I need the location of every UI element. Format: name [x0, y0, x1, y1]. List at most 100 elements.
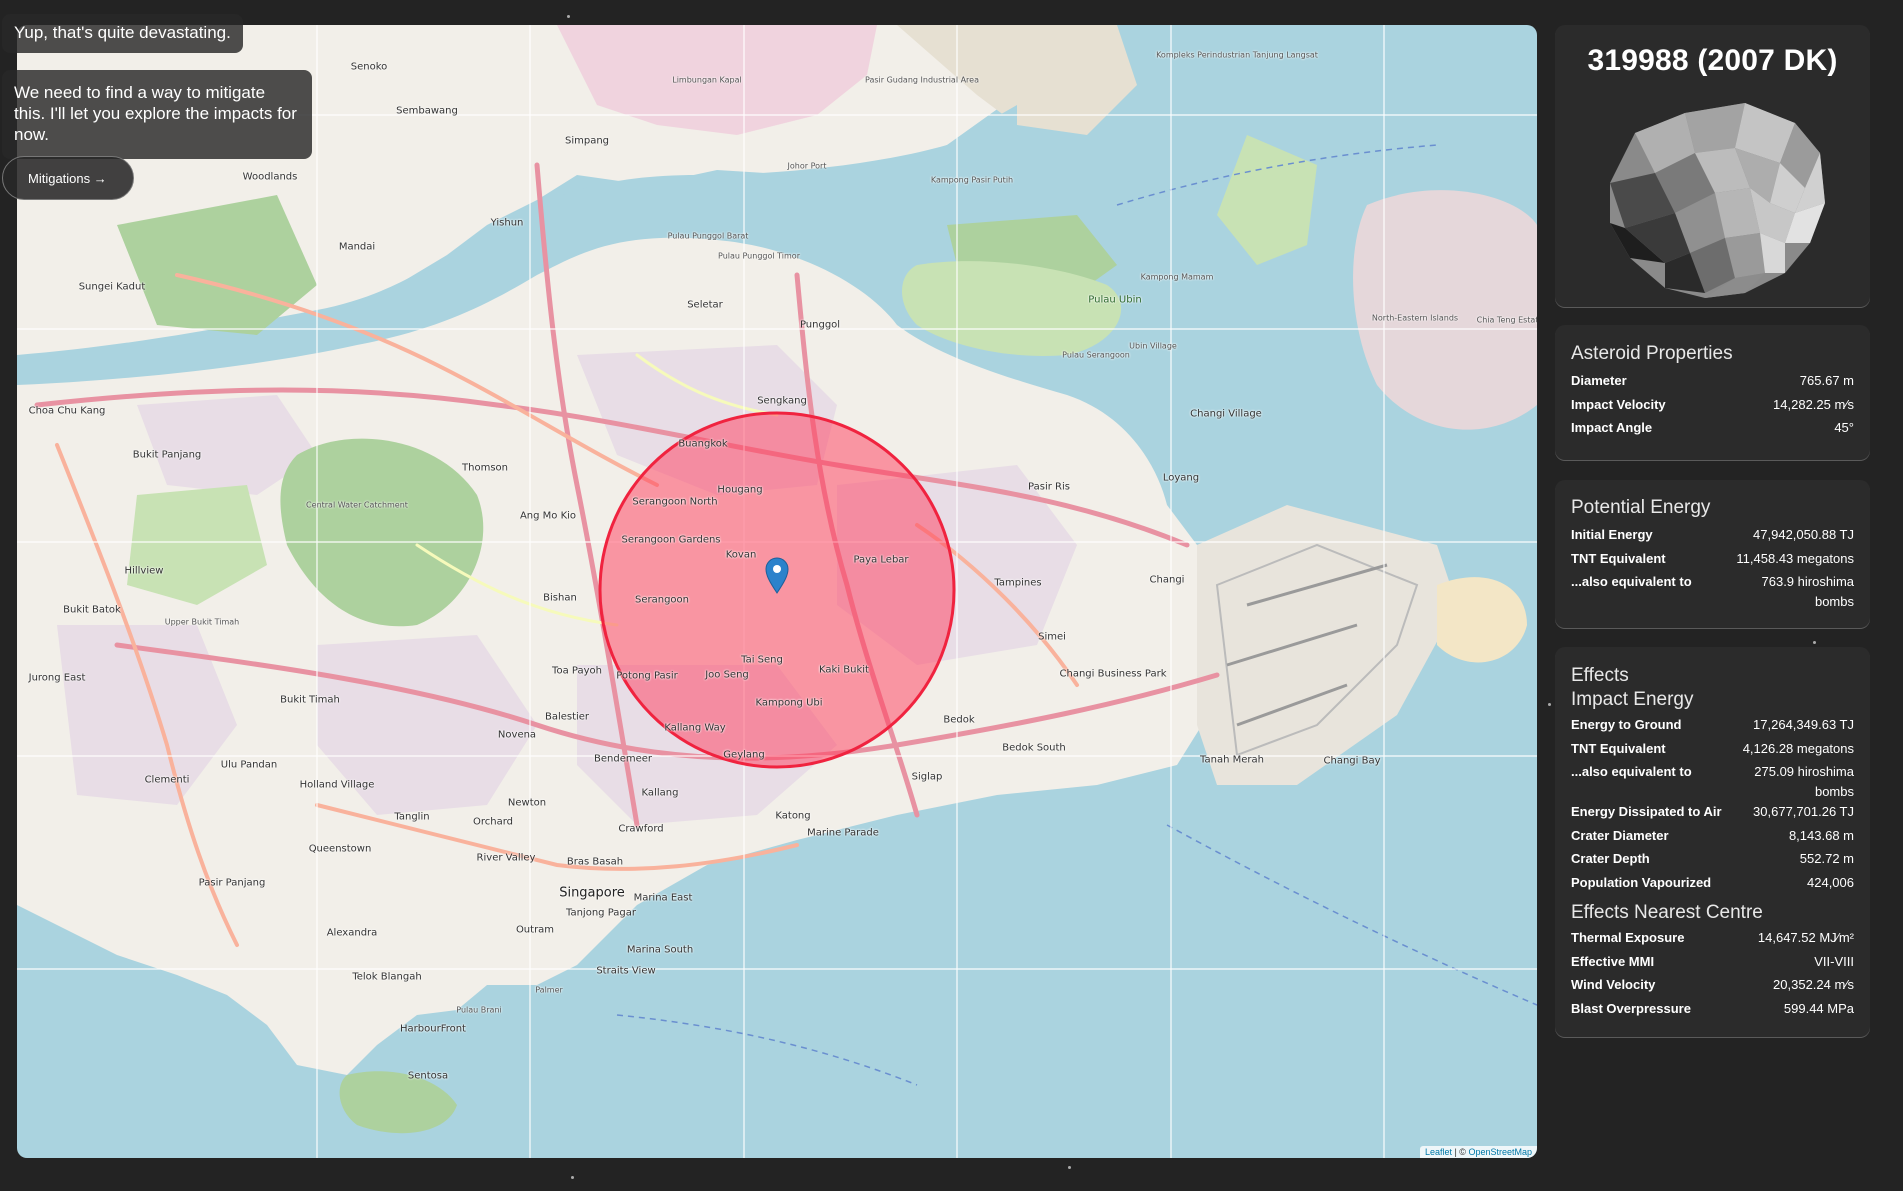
- stat-label: Crater Depth: [1571, 851, 1650, 866]
- stat-label: Blast Overpressure: [1571, 1000, 1691, 1016]
- map-place-label: Orchard: [472, 816, 514, 828]
- map-place-label: Joo Seng: [705, 669, 749, 681]
- stat-label: Effective MMI: [1571, 953, 1655, 969]
- asteroid-3d-model[interactable]: [1595, 93, 1830, 303]
- map-place-label: Hougang: [717, 484, 763, 496]
- stat-row: Thermal Exposure 14,647.52 MJ⁄m²: [1571, 928, 1854, 952]
- map-place-label: Kallang Way: [664, 722, 726, 734]
- map-place-label: Changi Bay: [1323, 755, 1381, 767]
- map-place-label: Novena: [497, 729, 537, 741]
- map-place-label: Central Water Catchment: [306, 500, 408, 510]
- stat-value: 765.67 m: [1799, 373, 1854, 388]
- map-place-label: Sungei Kadut: [78, 281, 146, 293]
- stat-value: 11,458.43 megatons: [1736, 550, 1854, 566]
- stat-row: Energy Dissipated to Air 30,677,701.26 TJ: [1571, 802, 1854, 826]
- effects-card: Effects Impact Energy Energy to Ground 17…: [1555, 647, 1870, 1037]
- stat-value: 47,942,050.88 TJ: [1753, 527, 1854, 542]
- map-place-label: Toa Payoh: [552, 665, 602, 677]
- stat-label: Impact Angle: [1571, 420, 1653, 435]
- stat-label: ...also equivalent to: [1571, 764, 1692, 779]
- map-place-label: Clementi: [144, 774, 190, 786]
- map-place-label: Siglap: [911, 771, 943, 783]
- map-place-label: Limbungan Kapal: [672, 75, 742, 85]
- leaflet-link[interactable]: Leaflet: [1425, 1147, 1452, 1157]
- map-place-label: Serangoon North: [632, 496, 718, 508]
- map-place-label: Tanah Merah: [1200, 754, 1264, 766]
- stat-value: 552.72 m: [1799, 851, 1854, 866]
- stat-value: 4,126.28 megatons: [1742, 740, 1854, 756]
- stat-value: 20,352.24 m⁄s: [1773, 977, 1854, 992]
- map-place-label: Bras Basah: [566, 856, 624, 868]
- map-place-label: Ubin Village: [1129, 341, 1177, 351]
- stat-row: Blast Overpressure 599.44 MPa: [1571, 999, 1854, 1023]
- map-place-label: Alexandra: [326, 927, 378, 939]
- stat-value: 14,647.52 MJ⁄m²: [1757, 930, 1854, 945]
- map-place-label: Changi Business Park: [1059, 668, 1167, 680]
- map-place-label: Crawford: [618, 823, 664, 835]
- stat-row: TNT Equivalent 4,126.28 megatons: [1571, 739, 1854, 763]
- stat-row: ...also equivalent to 763.9 hiroshima bom…: [1571, 572, 1854, 612]
- map-place-label: Serangoon Gardens: [621, 534, 721, 546]
- stat-row: Impact Angle 45°: [1571, 418, 1854, 442]
- stat-value: 275.09 hiroshima bombs: [1754, 764, 1854, 799]
- stat-value: 30,677,701.26 TJ: [1753, 804, 1854, 819]
- map-place-label: Simpang: [564, 135, 610, 147]
- map-place-label: Pulau Ubin: [1088, 294, 1142, 306]
- stat-value: 8,143.68 m: [1788, 827, 1854, 843]
- map-place-label: Katong: [775, 810, 811, 822]
- stat-row: Crater Depth 552.72 m: [1571, 849, 1854, 873]
- map-place-label: Kovan: [725, 549, 757, 561]
- map-place-label: Bukit Timah: [280, 694, 340, 706]
- map-tiles[interactable]: [17, 25, 1537, 1158]
- stat-label: ...also equivalent to: [1571, 574, 1692, 589]
- map-place-label: Sengkang: [757, 395, 807, 407]
- map-place-label: Queenstown: [308, 843, 372, 855]
- asteroid-card: 319988 (2007 DK): [1555, 25, 1870, 307]
- asteroid-properties-card: Asteroid Properties Diameter 765.67 m Impa…: [1555, 325, 1870, 460]
- stat-label: Energy Dissipated to Air: [1571, 804, 1722, 819]
- map-place-label: Bukit Batok: [63, 604, 121, 616]
- map-place-label: Balestier: [544, 711, 590, 723]
- stat-row: Population Vapourized 424,006: [1571, 873, 1854, 897]
- stat-value: VII-VIII: [1814, 953, 1854, 969]
- stat-value: 14,282.25 m⁄s: [1773, 396, 1854, 412]
- map-place-label: Simei: [1038, 631, 1066, 643]
- openstreetmap-link[interactable]: OpenStreetMap: [1468, 1147, 1532, 1157]
- stat-row: Energy to Ground 17,264,349.63 TJ: [1571, 715, 1854, 739]
- stat-label: Population Vapourized: [1571, 874, 1712, 890]
- map-place-label: Chia Teng Estate: [1476, 315, 1537, 325]
- decor-dot: [571, 1176, 574, 1179]
- stat-row: TNT Equivalent 11,458.43 megatons: [1571, 549, 1854, 573]
- map-place-label: Bishan: [543, 592, 577, 604]
- energy-title: Potential Energy: [1571, 497, 1711, 518]
- stat-row: Impact Velocity 14,282.25 m⁄s: [1571, 395, 1854, 419]
- stat-row: Effective MMI VII-VIII: [1571, 952, 1854, 976]
- map-place-label: Yishun: [490, 217, 524, 229]
- stat-label: Impact Velocity: [1571, 396, 1666, 412]
- stat-label: TNT Equivalent: [1571, 550, 1666, 566]
- stat-value: 45°: [1834, 420, 1854, 435]
- properties-title: Asteroid Properties: [1571, 343, 1733, 364]
- map-place-label: Tanjong Pagar: [566, 907, 636, 919]
- map-place-label: Pasir Ris: [1028, 481, 1070, 493]
- mitigations-button[interactable]: Mitigations →: [2, 156, 134, 200]
- decor-dot: [1813, 641, 1816, 644]
- stat-label: Diameter: [1571, 373, 1627, 388]
- stat-label: Energy to Ground: [1571, 717, 1682, 732]
- stat-label: TNT Equivalent: [1571, 740, 1666, 756]
- map-place-label: Paya Lebar: [853, 554, 909, 566]
- map-place-label: Senoko: [350, 61, 388, 73]
- map-place-label: Punggol: [799, 319, 841, 331]
- map-place-label: Tai Seng: [741, 654, 783, 666]
- map-place-label: Kaki Bukit: [819, 664, 869, 676]
- map-place-label: Changi Village: [1190, 408, 1262, 420]
- map-place-label: Choa Chu Kang: [28, 405, 106, 417]
- map-place-label: Hillview: [124, 565, 164, 577]
- map-place-label: Pasir Panjang: [198, 877, 266, 889]
- map-place-label: Holland Village: [299, 779, 375, 791]
- decor-dot: [1548, 703, 1551, 706]
- dialogue-message-1: Yup, that's quite devastating.: [2, 14, 243, 53]
- map-place-label: Potong Pasir: [616, 670, 678, 682]
- map-place-label: Woodlands: [242, 171, 298, 183]
- map-view[interactable]: Senoko Sembawang Simpang Yishun Woodlands Man…: [17, 25, 1537, 1158]
